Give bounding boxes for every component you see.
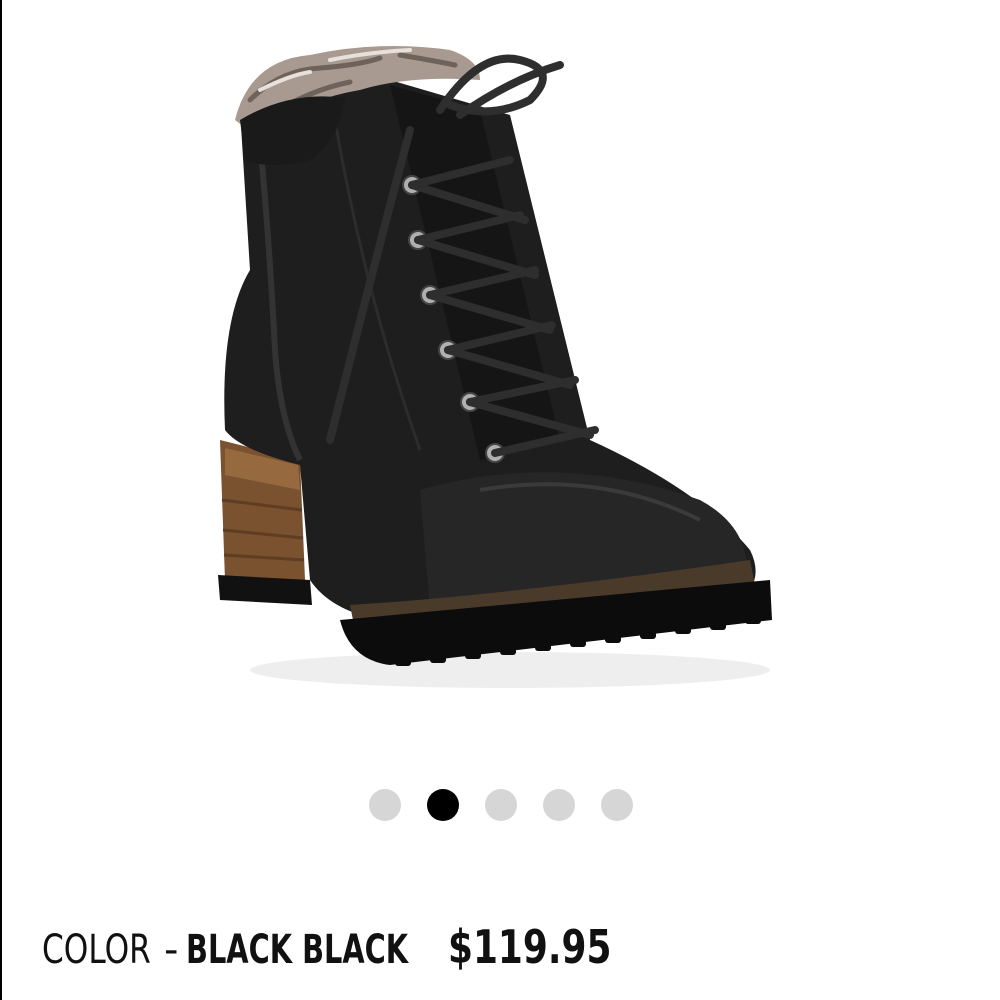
carousel-dot-3[interactable] bbox=[485, 789, 517, 821]
boot-illustration bbox=[218, 46, 772, 688]
product-price: $119.95 bbox=[448, 920, 612, 974]
page-left-border bbox=[0, 0, 2, 1000]
carousel-dot-4[interactable] bbox=[543, 789, 575, 821]
product-image[interactable] bbox=[180, 20, 800, 720]
color-value: BLACK BLACK bbox=[186, 927, 409, 973]
product-info-row: COLOR - BLACK BLACK $119.95 bbox=[42, 920, 658, 980]
color-separator: - bbox=[164, 927, 179, 973]
carousel-dot-2-active[interactable] bbox=[427, 789, 459, 821]
carousel-dot-5[interactable] bbox=[601, 789, 633, 821]
carousel-dot-1[interactable] bbox=[369, 789, 401, 821]
color-label: COLOR bbox=[42, 927, 151, 973]
image-carousel-dots bbox=[0, 789, 1000, 823]
